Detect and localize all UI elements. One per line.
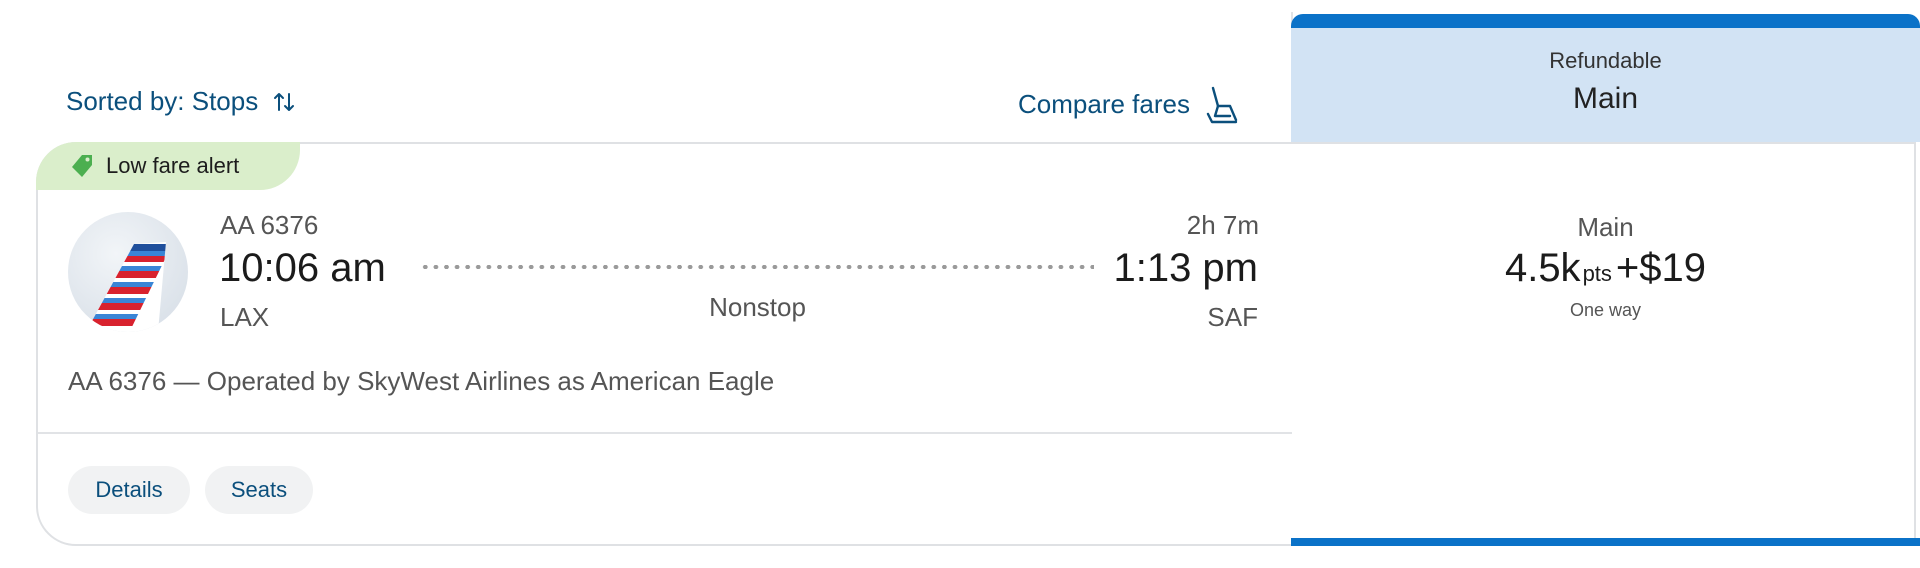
fare-points: 4.5k — [1504, 246, 1581, 290]
stops-label: Nonstop — [709, 292, 806, 322]
sort-button[interactable]: Sorted by: Stops — [66, 86, 298, 117]
refundable-label: Refundable — [1549, 48, 1662, 73]
seat-icon — [1206, 86, 1238, 124]
fare-price-button[interactable]: 4.5kpts +$19 — [1291, 246, 1920, 291]
fare-cash: $19 — [1639, 246, 1707, 290]
american-airlines-tail-icon — [86, 242, 166, 332]
low-fare-alert-badge: Low fare alert — [36, 142, 300, 190]
flight-card — [36, 142, 1916, 546]
sort-label: Sorted by: Stops — [66, 86, 259, 116]
fare-cabin: Main — [1577, 212, 1634, 242]
flight-results-page: Sorted by: Stops Compare fares Low fare … — [0, 0, 1920, 568]
fare-cabin-header: Main — [1572, 82, 1639, 115]
airline-logo — [68, 212, 188, 332]
seats-button[interactable]: Seats — [205, 466, 313, 514]
trip-type-label: One way — [1569, 300, 1642, 320]
route-dotted-line — [420, 265, 1094, 269]
arrival-time: 1:13 pm — [1113, 246, 1258, 290]
price-tag-icon — [72, 155, 92, 177]
flight-duration: 2h 7m — [1186, 210, 1259, 240]
fare-plus: + — [1615, 246, 1640, 290]
details-button[interactable]: Details — [68, 466, 190, 514]
compare-fares-button[interactable]: Compare fares — [1018, 84, 1242, 124]
fare-points-unit: pts — [1582, 261, 1612, 286]
operated-by-text: AA 6376 — Operated by SkyWest Airlines a… — [68, 366, 775, 396]
compare-fares-label: Compare fares — [1018, 88, 1190, 119]
departure-time: 10:06 am — [219, 246, 386, 290]
departure-airport: LAX — [220, 302, 270, 332]
arrival-airport: SAF — [1207, 302, 1258, 332]
flight-number: AA 6376 — [220, 210, 319, 240]
fare-header — [1291, 14, 1920, 142]
sort-arrows-icon — [274, 92, 295, 111]
card-divider — [38, 432, 1292, 434]
fare-bottom-accent — [1291, 538, 1920, 546]
low-fare-alert-label: Low fare alert — [106, 153, 240, 178]
